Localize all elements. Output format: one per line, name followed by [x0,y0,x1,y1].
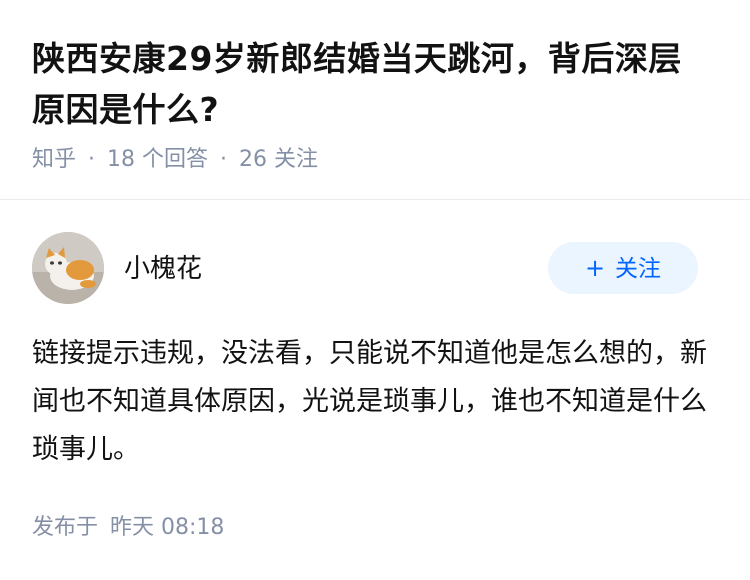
meta-separator: · [220,147,228,172]
question-title[interactable]: 陕西安康29岁新郎结婚当天跳河，背后深层原因是什么? [32,33,712,135]
question-header: 陕西安康29岁新郎结婚当天跳河，背后深层原因是什么? 知乎 · 18 个回答 · 26 … [0,0,750,200]
answer-count[interactable]: 18 个回答 [107,147,208,172]
answer-content: 链接提示违规，没法看，只能说不知道他是怎么想的，新闻也不知道具体原因，光说是琐事… [32,338,707,465]
follow-button[interactable]: + 关注 [548,242,698,294]
follower-count[interactable]: 26 关注 [239,147,318,172]
plus-icon: + [584,254,606,282]
author-name[interactable]: 小槐花 [124,252,202,286]
publish-timestamp: 昨天 08:18 [110,515,225,540]
publish-label: 发布于 [32,515,99,540]
question-meta: 知乎 · 18 个回答 · 26 关注 [32,144,318,176]
follow-button-label: 关注 [615,256,662,282]
meta-separator: · [88,147,96,172]
source-label[interactable]: 知乎 [32,147,76,172]
author-row: 小槐花 + 关注 [32,232,698,306]
publish-time: 发布于 昨天 08:18 [32,511,224,545]
avatar[interactable] [32,232,104,304]
cat-avatar-icon [32,232,104,304]
